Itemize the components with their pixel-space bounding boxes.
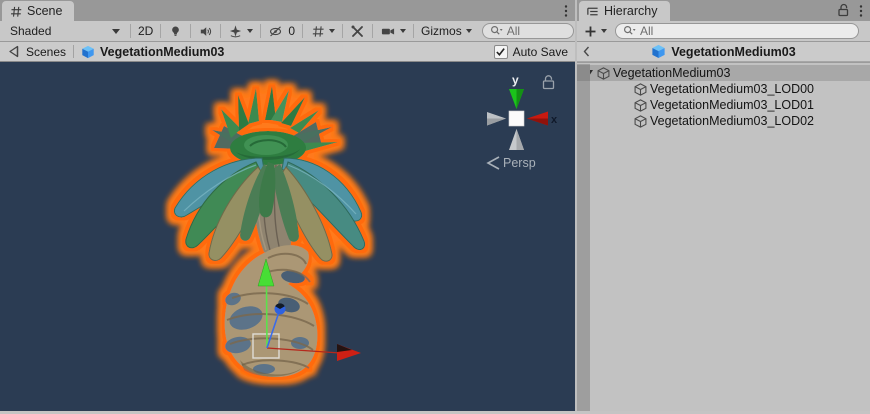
grid-visibility-button[interactable] (306, 22, 339, 41)
scene-search-text: All (507, 24, 520, 38)
scenes-back-icon (7, 45, 21, 58)
scene-tabstrip: Scene (0, 0, 575, 21)
hierarchy-panel: Hierarchy (577, 0, 870, 414)
shading-mode-dropdown[interactable]: Shaded (3, 22, 127, 41)
hierarchy-toolbar: All (577, 21, 870, 42)
shading-mode-label: Shaded (10, 24, 51, 38)
chevron-down-icon[interactable] (329, 29, 335, 33)
chevron-down-icon (466, 29, 472, 33)
scene-panel: Scene Shaded 2D (0, 0, 575, 414)
orientation-gizmo[interactable]: y x (487, 73, 558, 150)
prefab-header-name: VegetationMedium03 (671, 45, 795, 59)
2d-label: 2D (138, 24, 153, 38)
axis-x-label: x (551, 114, 558, 126)
search-icon (623, 25, 636, 37)
hierarchy-tabstrip: Hierarchy (577, 0, 870, 21)
axis-y-label: y (512, 73, 519, 87)
component-tools-button[interactable] (346, 22, 369, 41)
persp-angle-icon (488, 157, 499, 169)
hierarchy-list-icon (586, 5, 599, 18)
prefab-breadcrumb-bar: Scenes VegetationMedium03 Auto Save (0, 42, 575, 62)
prefab-back-button[interactable] (577, 42, 595, 62)
plus-icon (584, 25, 597, 38)
hierarchy-item-label: VegetationMedium03_LOD01 (650, 98, 814, 112)
scene-grid-icon (9, 5, 22, 18)
camera-settings-button[interactable] (376, 22, 410, 41)
scene-tab-label: Scene (27, 4, 62, 18)
breadcrumb-scenes[interactable]: Scenes (7, 45, 66, 59)
scene-toolbar: Shaded 2D (0, 21, 575, 42)
hierarchy-tree: VegetationMedium03 VegetationMedium03_LO… (577, 65, 870, 129)
projection-label: Persp (503, 156, 536, 170)
hierarchy-search-input[interactable]: All (615, 23, 859, 39)
scene-menu-kebab-icon[interactable] (564, 4, 568, 18)
hierarchy-row[interactable]: VegetationMedium03_LOD01 (577, 97, 870, 113)
prefab-cube-icon (651, 44, 666, 59)
toggle-2d-button[interactable]: 2D (134, 22, 157, 41)
effects-star-icon (228, 24, 243, 39)
breadcrumb-current-prefab[interactable]: VegetationMedium03 (81, 45, 224, 59)
create-object-button[interactable] (580, 22, 611, 41)
hierarchy-tab-label: Hierarchy (604, 4, 658, 18)
chevron-down-icon (601, 29, 607, 33)
lock-icon[interactable] (837, 3, 850, 18)
tools-icon (350, 24, 365, 39)
hierarchy-content: VegetationMedium03 VegetationMedium03_LO… (577, 63, 870, 414)
hierarchy-row[interactable]: VegetationMedium03_LOD00 (577, 81, 870, 97)
gameobject-cube-icon (597, 67, 610, 80)
tab-scene[interactable]: Scene (2, 1, 74, 21)
lightbulb-icon (168, 24, 183, 39)
gizmos-dropdown[interactable]: Gizmos (417, 22, 476, 41)
hierarchy-search-text: All (640, 24, 653, 38)
breadcrumb-prefab-name: VegetationMedium03 (100, 45, 224, 59)
hierarchy-row[interactable]: VegetationMedium03 (577, 65, 870, 81)
scene-search-input[interactable]: All (482, 23, 574, 39)
chevron-down-icon[interactable] (400, 29, 406, 33)
prefab-mode-header: VegetationMedium03 (577, 42, 870, 62)
hierarchy-item-label: VegetationMedium03_LOD00 (650, 82, 814, 96)
grid-icon (310, 24, 325, 39)
axis-center-cube (509, 111, 524, 126)
panel-divider[interactable] (575, 0, 577, 414)
expander-icon[interactable] (585, 70, 593, 76)
gizmos-label: Gizmos (421, 24, 462, 38)
gameobject-cube-icon (634, 115, 647, 128)
chevron-down-icon[interactable] (247, 29, 253, 33)
chevron-down-icon (112, 29, 120, 34)
lighting-toggle-button[interactable] (164, 22, 187, 41)
hierarchy-item-label: VegetationMedium03_LOD02 (650, 114, 814, 128)
scene-visibility-button[interactable]: 0 (264, 22, 299, 41)
tab-hierarchy[interactable]: Hierarchy (579, 1, 670, 21)
projection-indicator[interactable]: Persp (488, 156, 536, 170)
effects-toggle-button[interactable] (224, 22, 257, 41)
gameobject-cube-icon (634, 83, 647, 96)
speaker-icon (198, 24, 213, 39)
prefab-cube-icon (81, 45, 95, 59)
camera-icon (380, 24, 396, 39)
hidden-eye-icon (268, 24, 284, 39)
hidden-count: 0 (288, 24, 295, 38)
scene-viewport[interactable]: y x (0, 62, 575, 411)
viewport-lock-icon[interactable] (544, 76, 554, 89)
hierarchy-row[interactable]: VegetationMedium03_LOD02 (577, 113, 870, 129)
gameobject-cube-icon (634, 99, 647, 112)
search-icon (490, 25, 503, 37)
hierarchy-menu-kebab-icon[interactable] (859, 4, 863, 18)
auto-save-checkbox[interactable] (494, 45, 508, 59)
auto-save-label: Auto Save (513, 45, 568, 59)
hierarchy-item-label: VegetationMedium03 (613, 66, 730, 80)
audio-toggle-button[interactable] (194, 22, 217, 41)
scenes-label: Scenes (26, 45, 66, 59)
chevron-left-icon (583, 46, 590, 57)
checkmark-icon (495, 47, 506, 57)
unity-editor-window: Scene Shaded 2D (0, 0, 870, 414)
auto-save-control: Auto Save (494, 45, 568, 59)
